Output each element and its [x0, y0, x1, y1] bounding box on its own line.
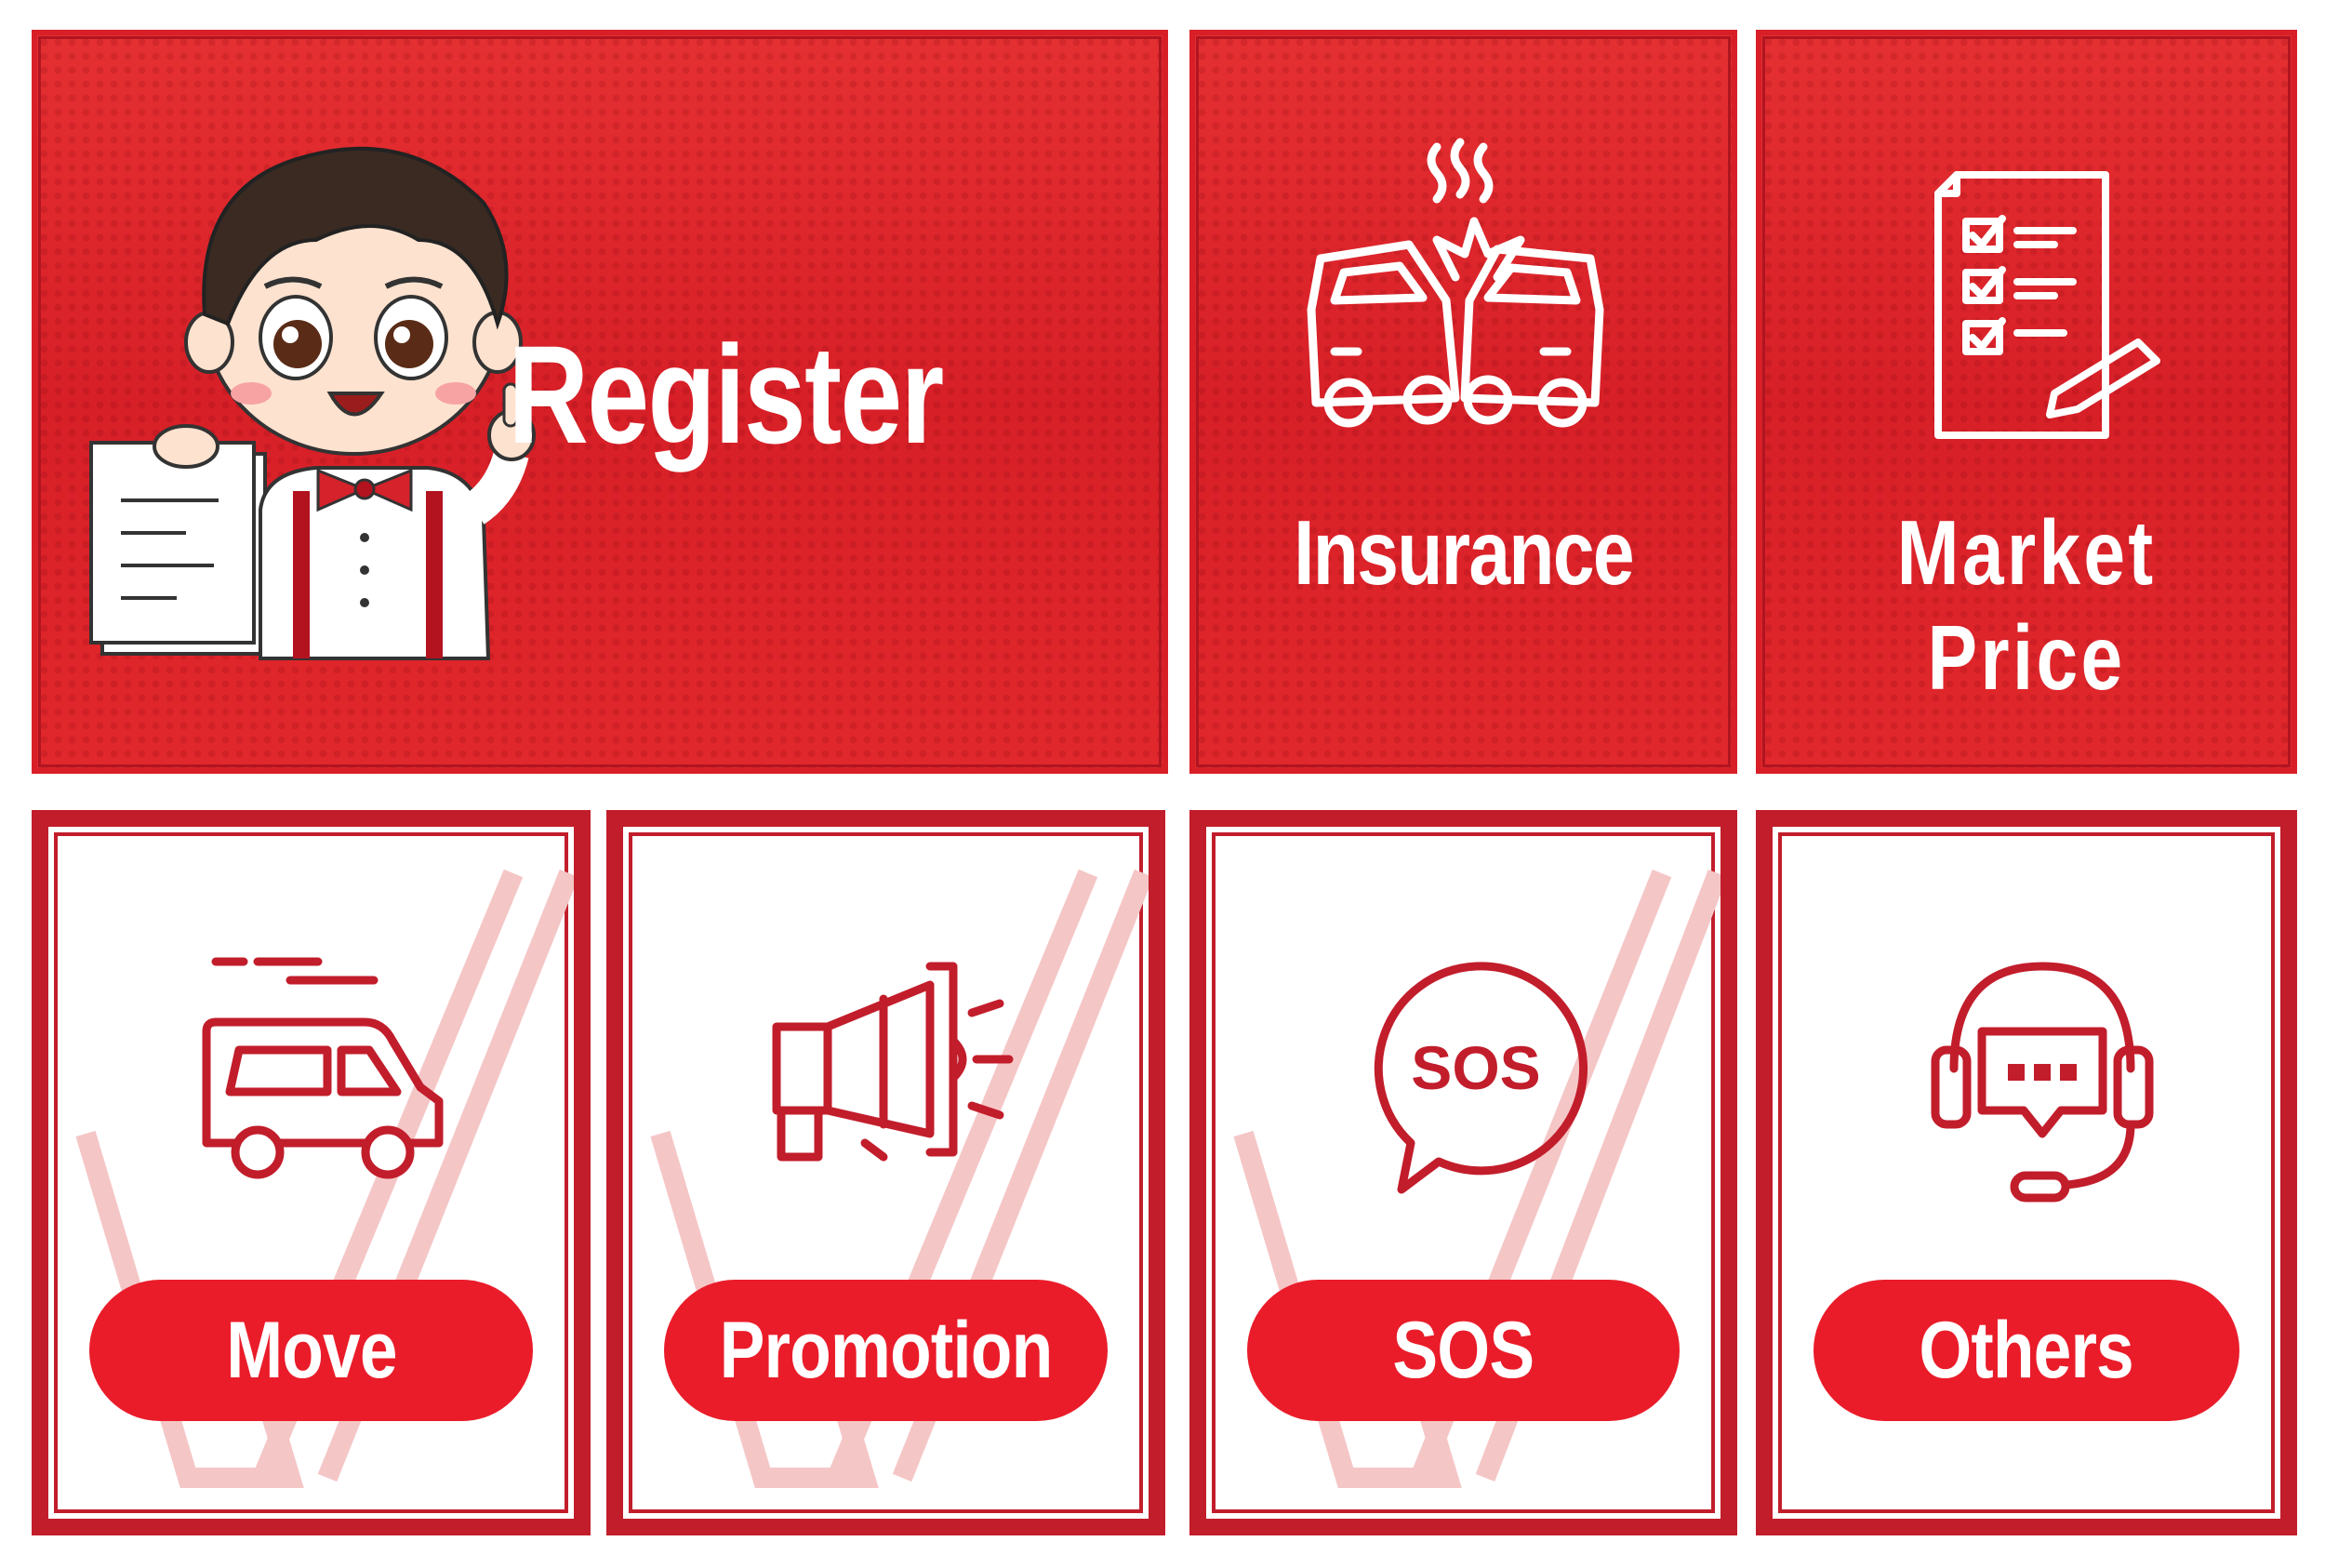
promotion-button-label: Promotion	[719, 1305, 1054, 1395]
register-tile[interactable]: Register	[32, 30, 1168, 774]
others-button[interactable]: Others	[1814, 1280, 2239, 1421]
others-button-label: Others	[1919, 1305, 2134, 1395]
moving-van-icon	[202, 957, 444, 1179]
others-tile[interactable]: Others	[1756, 810, 2297, 1535]
sos-bubble-text: SOS	[1411, 1033, 1540, 1102]
megaphone-icon	[772, 962, 1014, 1162]
sos-tile[interactable]: SOS SOS	[1189, 810, 1737, 1535]
sos-button[interactable]: SOS	[1247, 1280, 1680, 1421]
market-price-label: Market Price	[1896, 501, 2157, 709]
insurance-tile[interactable]: Insurance	[1189, 30, 1737, 774]
move-button-label: Move	[225, 1305, 397, 1395]
register-label: Register	[508, 316, 944, 472]
market-price-tile[interactable]: Market Price	[1756, 30, 2297, 774]
insurance-label: Insurance	[1294, 501, 1635, 604]
move-tile[interactable]: Move	[32, 810, 591, 1535]
promotion-tile[interactable]: Promotion	[606, 810, 1165, 1535]
car-crash-icon	[1307, 138, 1604, 428]
promotion-button[interactable]: Promotion	[664, 1280, 1108, 1421]
move-button[interactable]: Move	[89, 1280, 533, 1421]
checklist-icon	[1934, 171, 2160, 439]
sos-speech-bubble-icon: SOS	[1374, 962, 1588, 1194]
sos-button-label: SOS	[1392, 1305, 1535, 1395]
headset-support-icon	[1931, 962, 2154, 1203]
